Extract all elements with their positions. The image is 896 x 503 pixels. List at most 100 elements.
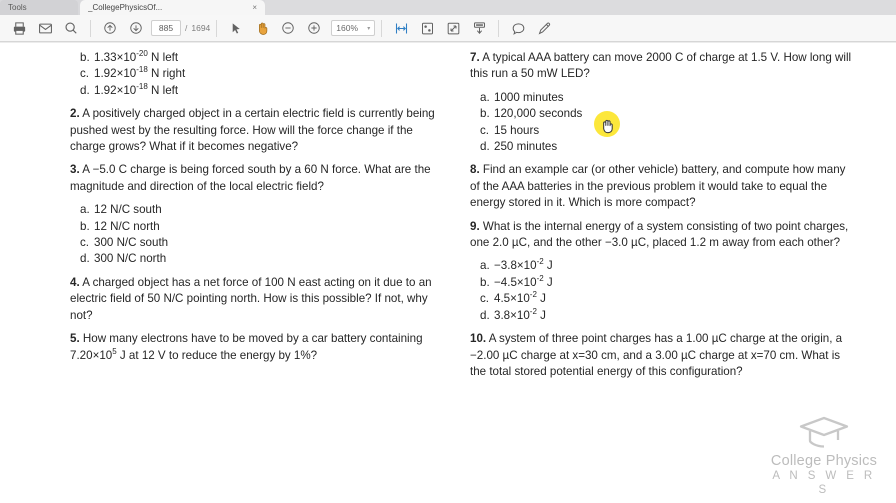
fullscreen-icon[interactable] [440, 17, 466, 40]
pdf-page: b. 1.33×10-20 N left c. 1.92×10-18 N rig… [0, 42, 896, 503]
exponent: -18 [136, 81, 148, 91]
page-columns: b. 1.33×10-20 N left c. 1.92×10-18 N rig… [0, 42, 896, 387]
question-text: Find an example car (or other vehicle) b… [470, 163, 846, 210]
choice-text: 1.92×10-18 N right [94, 65, 186, 81]
choice-label: d. [80, 83, 90, 97]
answer-choices: b. 1.33×10-20 N left c. 1.92×10-18 N rig… [70, 50, 442, 99]
college-physics-answers-watermark: College Physics A N S W E R S [764, 414, 884, 497]
choice-text: 15 hours [494, 123, 540, 137]
exponent: -2 [536, 274, 544, 284]
zoom-level-select[interactable]: 160% ▾ [331, 20, 376, 36]
choice-text: −3.8×10-2 J [494, 257, 553, 273]
fit-width-icon[interactable] [388, 17, 414, 40]
browser-tab-label: Tools [8, 3, 27, 12]
list-item[interactable]: c. 1.92×10-18 N right [70, 66, 442, 82]
question-7: 7. A typical AAA battery can move 2000 C… [470, 50, 858, 83]
zoom-in-icon[interactable] [301, 17, 327, 40]
list-item[interactable]: d. 250 minutes [470, 139, 858, 155]
watermark-subtitle: A N S W E R S [772, 470, 876, 496]
pan-tool-icon[interactable] [249, 17, 275, 40]
pdf-toolbar: / 1694 160% ▾ [0, 15, 896, 42]
choice-text: 300 N/C north [94, 252, 167, 266]
question-number: 5. [70, 332, 80, 346]
close-icon[interactable]: × [252, 3, 257, 12]
choice-label: c. [480, 292, 490, 306]
choice-text: 1.92×10-18 N left [94, 81, 179, 97]
chevron-down-icon: ▾ [367, 25, 371, 32]
list-item[interactable]: b. 1.33×10-20 N left [70, 50, 442, 66]
right-column: 7. A typical AAA battery can move 2000 C… [470, 50, 858, 387]
browser-tab-collegephysics[interactable]: _CollegePhysicsOf... × [80, 0, 265, 15]
toolbar-divider [216, 19, 218, 37]
list-item[interactable]: b. 12 N/C north [70, 219, 442, 235]
page-separator: / [185, 23, 188, 33]
pdf-viewport[interactable]: b. 1.33×10-20 N left c. 1.92×10-18 N rig… [0, 42, 896, 503]
choice-label: a. [80, 203, 90, 217]
choice-label: d. [480, 308, 490, 322]
question-text: A system of three point charges has a 1.… [470, 332, 843, 378]
list-item[interactable]: a. 1000 minutes [470, 90, 858, 106]
page-number-input[interactable] [151, 20, 181, 36]
page-up-icon[interactable] [97, 17, 123, 40]
question-3: 3. A −5.0 C charge is being forced south… [70, 162, 442, 195]
choice-label: c. [80, 67, 90, 81]
browser-tab-tools[interactable]: Tools [0, 0, 78, 15]
choice-label: b. [480, 275, 490, 289]
question-9: 9. What is the internal energy of a syst… [470, 219, 858, 252]
choice-label: c. [80, 236, 90, 250]
choice-text: 1.33×10-20 N left [94, 49, 179, 64]
draw-pen-icon[interactable] [531, 17, 557, 40]
search-icon[interactable] [58, 17, 84, 40]
toolbar-divider [381, 19, 383, 37]
list-item[interactable]: c. 300 N/C south [70, 235, 442, 251]
question-2: 2. A positively charged object in a cert… [70, 106, 442, 155]
toolbar-divider [498, 19, 500, 37]
zoom-out-icon[interactable] [275, 17, 301, 40]
choice-label: b. [80, 219, 90, 233]
answer-choices: a. −3.8×10-2 J b. −4.5×10-2 J c. 4.5×10-… [470, 258, 858, 324]
question-number: 2. [70, 107, 80, 121]
tab-strip-empty-area [265, 0, 896, 15]
answer-choices: a. 12 N/C south b. 12 N/C north c. 300 N… [70, 202, 442, 268]
browser-tab-strip: Tools _CollegePhysicsOf... × [0, 0, 896, 15]
list-item[interactable]: d. 1.92×10-18 N left [70, 81, 442, 99]
page-down-icon[interactable] [123, 17, 149, 40]
page-total-count: 1694 [191, 23, 211, 33]
graduation-cap-icon [799, 416, 849, 448]
download-icon[interactable] [466, 17, 492, 40]
question-number: 8. [470, 163, 480, 177]
fit-page-icon[interactable] [414, 17, 440, 40]
list-item[interactable]: b. 120,000 seconds [470, 106, 858, 122]
choice-text: 1000 minutes [494, 90, 564, 104]
choice-text: 250 minutes [494, 140, 558, 154]
choice-label: b. [80, 51, 90, 64]
question-number: 4. [70, 275, 80, 289]
list-item[interactable]: c. 4.5×10-2 J [470, 291, 858, 307]
list-item[interactable]: a. −3.8×10-2 J [470, 258, 858, 274]
email-icon[interactable] [32, 17, 58, 40]
print-icon[interactable] [6, 17, 32, 40]
select-tool-icon[interactable] [223, 17, 249, 40]
question-text: A charged object has a net force of 100 … [70, 275, 432, 322]
list-item[interactable]: c. 15 hours [470, 123, 858, 139]
question-number: 3. [70, 163, 80, 177]
list-item[interactable]: b. −4.5×10-2 J [470, 275, 858, 291]
choice-label: b. [480, 107, 490, 121]
choice-text: 12 N/C north [94, 219, 160, 233]
watermark-name: College Physics [770, 453, 878, 469]
list-item[interactable]: d. 300 N/C north [70, 251, 442, 267]
toolbar-divider [90, 19, 91, 37]
answer-choices: a. 1000 minutes b. 120,000 seconds c. 15… [470, 90, 858, 156]
question-text-cont: J at 12 V to reduce the energy by 1%? [116, 348, 318, 362]
list-item[interactable]: d. 3.8×10-2 J [470, 307, 858, 324]
comment-icon[interactable] [505, 17, 531, 40]
question-5: 5. How many electrons have to be moved b… [70, 331, 442, 364]
question-text: A positively charged object in a certain… [70, 107, 435, 154]
question-number: 10. [470, 332, 487, 346]
exponent: -2 [536, 257, 544, 267]
choice-text: 120,000 seconds [494, 107, 583, 121]
choice-text: 4.5×10-2 J [494, 290, 546, 306]
exponent: -20 [136, 49, 148, 59]
question-8: 8. Find an example car (or other vehicle… [470, 162, 858, 211]
list-item[interactable]: a. 12 N/C south [70, 202, 442, 218]
